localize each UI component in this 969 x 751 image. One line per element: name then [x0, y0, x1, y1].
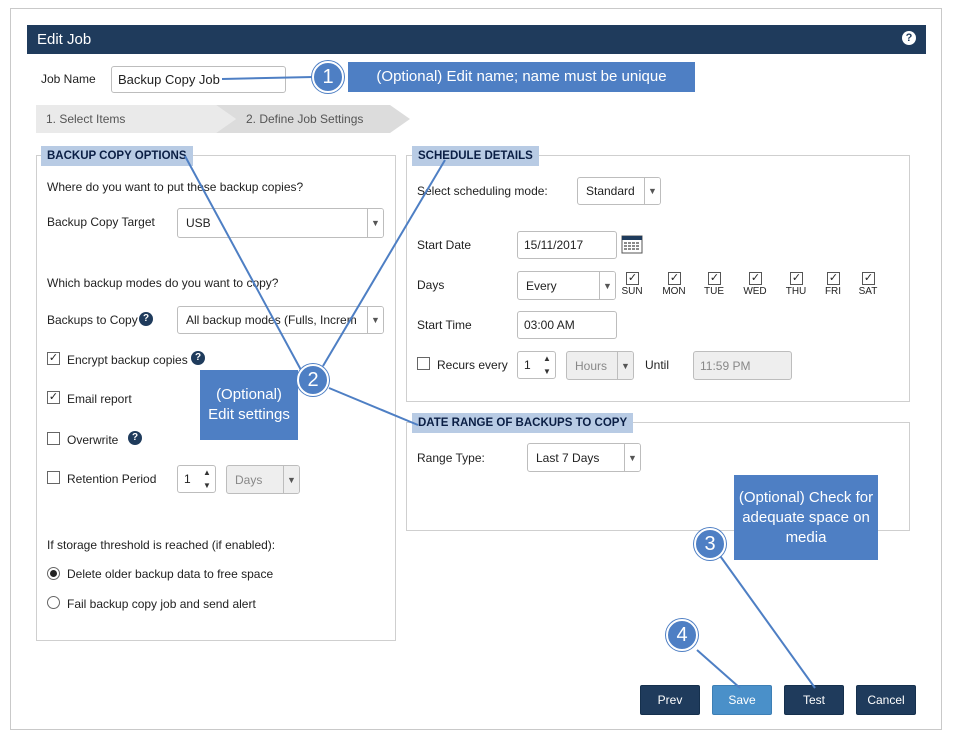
date-range-title: DATE RANGE OF BACKUPS TO COPY	[412, 413, 634, 433]
wizard-step-define-settings[interactable]: 2. Define Job Settings	[216, 105, 410, 133]
schedule-details-title: SCHEDULE DETAILS	[412, 146, 539, 166]
range-type-value: Last 7 Days	[536, 450, 600, 465]
recurs-unit-select: Hours ▼	[566, 351, 634, 380]
recurs-checkbox[interactable]	[417, 357, 430, 370]
cancel-button[interactable]: Cancel	[856, 685, 916, 715]
start-date-label: Start Date	[417, 238, 472, 252]
scheduling-mode-select[interactable]: Standard ▼	[577, 177, 661, 205]
radio-selected-dot	[50, 570, 57, 577]
email-report-checkbox[interactable]: ✓	[47, 391, 60, 404]
test-button[interactable]: Test	[784, 685, 844, 715]
retention-label: Retention Period	[67, 472, 157, 486]
radio-delete-label: Delete older backup data to free space	[67, 567, 274, 581]
backup-copy-options-title: BACKUP COPY OPTIONS	[41, 146, 193, 166]
recurs-label: Recurs every	[437, 358, 508, 372]
annotation-badge-4: 4	[666, 619, 698, 651]
day-label-sat: SAT	[858, 286, 878, 297]
retention-unit-value: Days	[235, 472, 263, 487]
scheduling-mode-value: Standard	[586, 184, 635, 198]
chevron-down-icon: ▼	[617, 352, 633, 379]
days-select[interactable]: Every ▼	[517, 271, 616, 300]
radio-fail-job[interactable]	[47, 596, 60, 609]
day-checkbox-fri[interactable]: ✓	[827, 272, 840, 285]
annotation-badge-1: 1	[312, 61, 344, 93]
day-label-tue: TUE	[704, 286, 724, 297]
chevron-down-icon: ▼	[367, 209, 383, 237]
backup-copy-target-select[interactable]: USB ▼	[177, 208, 384, 238]
recurs-stepper[interactable]: 1 ▲ ▼	[517, 351, 556, 379]
stepper-arrows-icon[interactable]: ▲ ▼	[201, 468, 213, 490]
wizard-step-select-items[interactable]: 1. Select Items	[36, 105, 236, 133]
day-checkbox-sat[interactable]: ✓	[862, 272, 875, 285]
window-title: Edit Job	[27, 25, 926, 54]
day-label-sun: SUN	[621, 286, 643, 297]
start-date-input[interactable]: 15/11/2017	[517, 231, 617, 259]
modes-question: Which backup modes do you want to copy?	[47, 276, 279, 290]
question-icon[interactable]: ?	[128, 431, 142, 445]
days-value: Every	[526, 278, 557, 293]
day-label-wed: WED	[743, 286, 767, 297]
day-label-thu: THU	[785, 286, 807, 297]
until-label: Until	[645, 358, 670, 372]
encrypt-label: Encrypt backup copies	[67, 353, 188, 367]
days-label: Days	[417, 278, 445, 292]
day-label-fri: FRI	[824, 286, 842, 297]
job-name-input[interactable]: Backup Copy Job	[111, 66, 286, 93]
calendar-icon[interactable]	[621, 234, 643, 254]
prev-button[interactable]: Prev	[640, 685, 700, 715]
range-type-select[interactable]: Last 7 Days ▼	[527, 443, 641, 472]
radio-fail-label: Fail backup copy job and send alert	[67, 597, 256, 611]
retention-checkbox[interactable]	[47, 471, 60, 484]
day-label-mon: MON	[662, 286, 686, 297]
question-icon[interactable]: ?	[139, 312, 153, 326]
start-time-input[interactable]: 03:00 AM	[517, 311, 617, 339]
recurs-value: 1	[524, 358, 531, 372]
save-button[interactable]: Save	[712, 685, 772, 715]
overwrite-checkbox[interactable]	[47, 432, 60, 445]
chevron-down-icon: ▼	[367, 307, 383, 333]
day-checkbox-sun[interactable]: ✓	[626, 272, 639, 285]
job-name-label: Job Name	[41, 72, 96, 86]
callout-edit-settings: (Optional) Edit settings	[200, 370, 298, 440]
scheduling-mode-label: Select scheduling mode:	[417, 184, 548, 198]
backup-copy-target-label: Backup Copy Target	[47, 215, 155, 229]
day-checkbox-tue[interactable]: ✓	[708, 272, 721, 285]
radio-delete-older[interactable]	[47, 567, 60, 580]
start-time-label: Start Time	[417, 318, 472, 332]
chevron-down-icon: ▼	[624, 444, 640, 471]
encrypt-checkbox[interactable]: ✓	[47, 352, 60, 365]
range-type-label: Range Type:	[417, 451, 485, 465]
stepper-arrows-icon[interactable]: ▲ ▼	[541, 354, 553, 376]
day-checkbox-wed[interactable]: ✓	[749, 272, 762, 285]
overwrite-label: Overwrite	[67, 433, 119, 447]
chevron-down-icon: ▼	[599, 272, 615, 299]
day-checkbox-mon[interactable]: ✓	[668, 272, 681, 285]
backups-to-copy-value: All backup modes (Fulls, Increm	[186, 313, 357, 327]
question-icon[interactable]: ?	[191, 351, 205, 365]
annotation-badge-2: 2	[297, 364, 329, 396]
day-checkbox-thu[interactable]: ✓	[790, 272, 803, 285]
retention-stepper[interactable]: 1 ▲ ▼	[177, 465, 216, 493]
until-input: 11:59 PM	[693, 351, 792, 380]
threshold-question: If storage threshold is reached (if enab…	[47, 538, 276, 552]
chevron-down-icon: ▼	[283, 466, 299, 493]
target-question: Where do you want to put these backup co…	[47, 180, 304, 194]
annotation-badge-3: 3	[694, 528, 726, 560]
chevron-down-icon: ▼	[644, 178, 660, 204]
help-icon[interactable]: ?	[902, 31, 916, 45]
backups-to-copy-label: Backups to Copy	[47, 313, 138, 327]
recurs-unit-value: Hours	[575, 358, 608, 373]
retention-value: 1	[184, 472, 191, 486]
retention-unit-select: Days ▼	[226, 465, 300, 494]
backup-copy-target-value: USB	[186, 216, 211, 230]
callout-edit-name: (Optional) Edit name; name must be uniqu…	[348, 62, 695, 92]
callout-check-space: (Optional) Check for adequate space on m…	[734, 475, 878, 560]
email-report-label: Email report	[67, 392, 132, 406]
backups-to-copy-select[interactable]: All backup modes (Fulls, Increm ▼	[177, 306, 384, 334]
